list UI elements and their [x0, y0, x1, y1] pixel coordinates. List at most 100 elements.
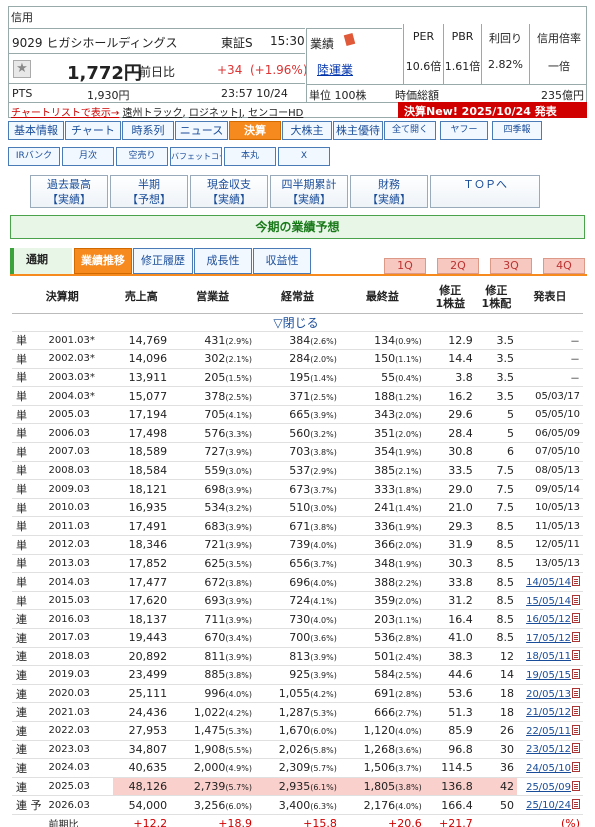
table-row: 連 2024.03 40,635 2,000(4.9%) 2,309(5.7%) 1,50… — [12, 758, 583, 778]
close-link[interactable]: ▽閉じる — [12, 313, 583, 332]
star-icon[interactable]: ★ — [13, 60, 31, 78]
date-link[interactable]: 18/05/11 — [526, 651, 571, 662]
kessan-badge[interactable]: 決算New! 2025/10/24 発表 — [398, 102, 587, 118]
op-value: 811 — [204, 649, 226, 663]
document-icon[interactable] — [572, 668, 580, 679]
net-value: 388 — [374, 575, 396, 589]
tab-yutai[interactable]: 株主優待 — [333, 121, 383, 140]
date-link[interactable]: 25/10/24 — [526, 800, 571, 811]
related-1[interactable]: ロジネットJ — [189, 108, 242, 119]
date-link[interactable]: 22/05/11 — [526, 726, 571, 737]
tab-seicho[interactable]: 成長性 — [194, 248, 252, 274]
table-row: 連 予 2026.03 54,000 3,256(6.0%) 3,400(6.3%) 2,… — [12, 795, 583, 815]
tab-open-all[interactable]: 全て開く — [384, 121, 436, 140]
margin-value: 2.0 — [313, 355, 327, 365]
row-sales: 17,477 — [112, 572, 171, 592]
net-margin: (3.8%) — [395, 783, 422, 793]
tab-2q[interactable]: 2Q — [437, 258, 479, 274]
document-icon[interactable] — [572, 594, 580, 605]
op-value: 378 — [204, 389, 226, 403]
row-op: 2,000(4.9%) — [170, 758, 256, 778]
row-kind: 連 — [12, 721, 45, 741]
related-0[interactable]: 遠州トラック — [122, 108, 182, 119]
col-dps: 修正 1株配 — [475, 281, 517, 314]
sector-link[interactable]: 陸運業 — [317, 61, 353, 78]
tab-x[interactable]: X — [278, 147, 330, 166]
row-period: 2015.03 — [44, 591, 113, 611]
table-row: 単 2011.03 17,491 683(3.9%) 671(3.8%) 336(1.9%… — [12, 516, 583, 537]
date-link[interactable]: 23/05/12 — [526, 744, 571, 755]
date-link[interactable]: 25/05/09 — [526, 782, 571, 793]
tab-3q[interactable]: 3Q — [490, 258, 532, 274]
row-net: 2,176(4.0%) — [339, 795, 425, 815]
related-2[interactable]: センコーHD — [248, 108, 303, 119]
date-link[interactable]: 24/05/10 — [526, 763, 571, 774]
document-icon[interactable] — [572, 631, 580, 642]
row-dps: 7.5 — [475, 498, 517, 518]
tab-ookabunushi[interactable]: 大株主 — [282, 121, 332, 140]
tab-news[interactable]: ニュース — [175, 121, 228, 140]
date-link[interactable]: 19/05/15 — [526, 670, 571, 681]
row-ordinary: 730(4.0%) — [255, 609, 340, 629]
tab-jikeiretsu[interactable]: 時系列 — [122, 121, 174, 140]
tab-buffett[interactable]: バフェットコード — [170, 147, 222, 166]
document-icon[interactable] — [572, 761, 580, 772]
row-op: 727(3.9%) — [170, 442, 256, 462]
margin-value: 4.0 — [313, 615, 327, 625]
ordinary-value: 739 — [289, 538, 311, 552]
tab-chart[interactable]: チャート — [65, 121, 121, 140]
document-icon[interactable] — [572, 780, 580, 791]
tab-4q[interactable]: 4Q — [543, 258, 585, 274]
date-link[interactable]: 14/05/14 — [526, 577, 571, 588]
tab-karauri[interactable]: 空売り — [116, 147, 168, 166]
row-sales: 16,935 — [112, 498, 171, 518]
op-value: 705 — [204, 408, 226, 422]
document-icon[interactable] — [572, 743, 580, 754]
ordinary-margin: (4.2%) — [310, 690, 337, 700]
date-link[interactable]: 16/05/12 — [526, 614, 571, 625]
margin-value: 5.3 — [313, 708, 327, 718]
document-icon[interactable] — [572, 576, 580, 587]
tab-shueki[interactable]: 収益性 — [253, 248, 311, 274]
ordinary-value: 560 — [289, 426, 311, 440]
document-icon[interactable] — [572, 650, 580, 661]
tab-kessan[interactable]: 決算 — [229, 121, 281, 140]
document-icon[interactable] — [572, 687, 580, 698]
document-icon[interactable] — [572, 724, 580, 735]
tab-kihon[interactable]: 基本情報 — [8, 121, 64, 140]
net-margin: (4.0%) — [395, 727, 422, 737]
tab-suii[interactable]: 業績推移 — [74, 248, 132, 274]
date-link[interactable]: 17/05/12 — [526, 633, 571, 644]
net-value: 584 — [374, 668, 396, 682]
tab-shusei[interactable]: 修正履歴 — [133, 248, 193, 274]
tab-getsuji[interactable]: 月次 — [62, 147, 114, 166]
tab-honmaru[interactable]: 本丸 — [224, 147, 276, 166]
row-date: 25/10/24 — [517, 795, 583, 815]
row-date: 08/05/13 — [517, 461, 583, 481]
margin-value: 3.5 — [228, 559, 242, 569]
tab-irbank[interactable]: IRバンク — [8, 147, 60, 166]
tab-top[interactable]: ＴＯＰへ — [430, 175, 540, 208]
tab-cashflow[interactable]: 現金収支 【実績】 — [190, 175, 268, 208]
date-link[interactable]: 21/05/12 — [526, 707, 571, 718]
ordinary-margin: (3.2%) — [310, 429, 337, 439]
tab-shikiho[interactable]: 四季報 — [492, 121, 542, 140]
tab-yahoo[interactable]: ヤフー — [440, 121, 488, 140]
document-icon[interactable] — [572, 706, 580, 717]
tab-hanki[interactable]: 半期 【予想】 — [110, 175, 188, 208]
chart-list-link[interactable]: チャートリストで表示→ — [11, 108, 119, 119]
date-text: － — [570, 373, 580, 385]
tab-zaimu[interactable]: 財務 【実績】 — [350, 175, 428, 208]
section-title: 今期の業績予想 — [10, 215, 585, 239]
document-icon[interactable] — [572, 799, 580, 810]
date-link[interactable]: 15/05/14 — [526, 596, 571, 607]
tab-kako[interactable]: 過去最高 【実績】 — [30, 175, 108, 208]
tab-shihanki[interactable]: 四半期累計 【実績】 — [270, 175, 348, 208]
date-link[interactable]: 20/05/13 — [526, 689, 571, 700]
margin-value: 1.1 — [398, 615, 412, 625]
op-value: 721 — [204, 538, 226, 552]
op-value: 302 — [204, 352, 226, 366]
tab-tsuki[interactable]: 通期 — [10, 248, 72, 274]
tab-1q[interactable]: 1Q — [384, 258, 426, 274]
document-icon[interactable] — [572, 613, 580, 624]
